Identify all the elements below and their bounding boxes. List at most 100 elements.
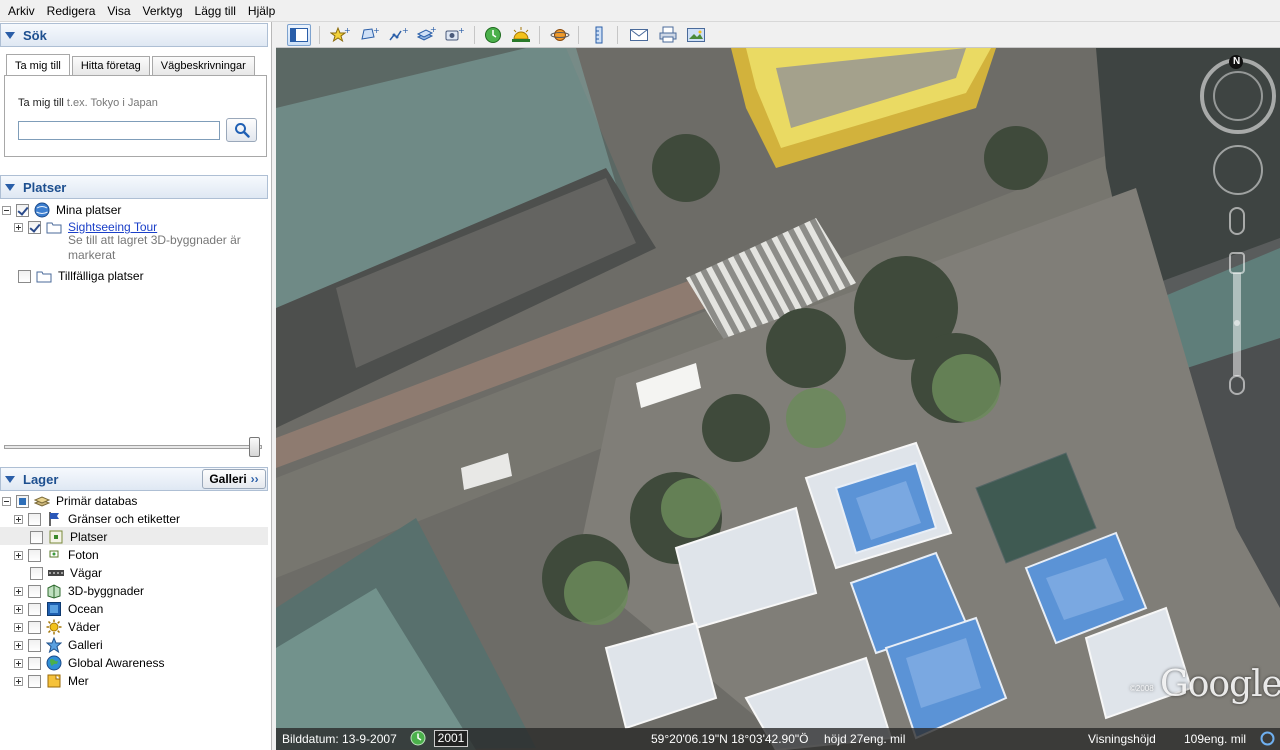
add-image-overlay-button[interactable]: +: [414, 24, 438, 46]
search-input[interactable]: [18, 121, 220, 140]
svg-text:+: +: [430, 26, 436, 34]
layer-item[interactable]: Platser: [30, 528, 107, 546]
layer-checkbox[interactable]: [28, 602, 41, 616]
menu-redigera[interactable]: Redigera: [41, 0, 102, 22]
checkbox-tillfalliga-platser[interactable]: [18, 269, 31, 283]
toggle-sidebar-button[interactable]: [287, 24, 311, 46]
gallery-button[interactable]: Galleri ››: [202, 469, 266, 489]
layer-checkbox[interactable]: [28, 512, 41, 526]
add-placemark-button[interactable]: +: [328, 24, 352, 46]
clock-history-icon: [485, 27, 501, 43]
layer-checkbox[interactable]: [28, 638, 41, 652]
svg-text:+: +: [402, 26, 408, 35]
layer-item[interactable]: Foton: [14, 546, 99, 564]
switch-planet-button[interactable]: [548, 24, 572, 46]
menu-hjalp[interactable]: Hjälp: [242, 0, 281, 22]
record-tour-icon: +: [445, 26, 464, 41]
weather-sun-icon: [46, 619, 62, 635]
layer-item[interactable]: Global Awareness: [14, 654, 165, 672]
streaming-indicator-icon: [1260, 731, 1275, 749]
layer-item[interactable]: Gränser och etiketter: [14, 510, 180, 528]
layer-item[interactable]: 3D-byggnader: [14, 582, 144, 600]
aerial-imagery: [276, 48, 1280, 750]
layer-checkbox[interactable]: [30, 530, 43, 544]
layer-item[interactable]: Mer: [14, 672, 89, 690]
email-icon: [630, 29, 648, 41]
historical-imagery-icon[interactable]: [410, 730, 426, 749]
email-button[interactable]: [627, 24, 651, 46]
collapse-triangle-icon: [5, 31, 15, 39]
svg-text:+: +: [458, 26, 464, 35]
photos-icon: [46, 547, 62, 563]
sun-icon: [512, 27, 530, 42]
layer-checkbox[interactable]: [30, 566, 43, 580]
tree-item-tillfalliga-platser[interactable]: Tillfälliga platser: [18, 267, 144, 285]
panel-resize-slider[interactable]: [4, 445, 262, 449]
checkbox-sightseeing-tour[interactable]: [28, 220, 41, 234]
layer-checkbox[interactable]: [28, 584, 41, 598]
layer-item[interactable]: Väder: [14, 618, 100, 636]
expand-icon[interactable]: [14, 586, 23, 596]
menu-lagg-till[interactable]: Lägg till: [189, 0, 242, 22]
expand-icon[interactable]: [14, 622, 23, 632]
tree-item-mina-platser[interactable]: Mina platser: [2, 201, 121, 219]
toolbar-separator: [578, 26, 579, 44]
collapse-icon[interactable]: [2, 205, 11, 215]
expand-icon[interactable]: [14, 604, 23, 614]
places-panel-title: Platser: [23, 179, 67, 195]
tree-label-tillfalliga-platser: Tillfälliga platser: [58, 269, 144, 283]
tree-item-primar-databas[interactable]: Primär databas: [2, 492, 137, 510]
add-polygon-button[interactable]: +: [357, 24, 381, 46]
expand-icon[interactable]: [14, 658, 23, 668]
sunlight-button[interactable]: [509, 24, 533, 46]
more-icon: [46, 673, 62, 689]
expand-icon[interactable]: [14, 640, 23, 650]
slider-thumb[interactable]: [249, 437, 260, 457]
print-button[interactable]: [656, 24, 680, 46]
checkbox-mina-platser[interactable]: [16, 203, 29, 217]
expand-icon[interactable]: [14, 550, 23, 560]
print-icon: [659, 26, 677, 43]
expand-icon[interactable]: [14, 676, 23, 686]
double-chevron-right-icon: ››: [250, 472, 259, 486]
collapse-icon[interactable]: [2, 496, 11, 506]
search-panel-header[interactable]: Sök: [0, 23, 268, 47]
menu-verktyg[interactable]: Verktyg: [137, 0, 189, 22]
layer-item[interactable]: Ocean: [14, 600, 103, 618]
layer-checkbox[interactable]: [28, 548, 41, 562]
tab-vagbeskrivningar[interactable]: Vägbeskrivningar: [151, 56, 255, 76]
layer-item[interactable]: Galleri: [14, 636, 103, 654]
imagery-year-badge: 2001: [434, 730, 468, 747]
checkbox-primar-databas[interactable]: [16, 494, 29, 508]
places-panel-header[interactable]: Platser: [0, 175, 268, 199]
folder-icon: [36, 268, 52, 284]
expand-icon[interactable]: [14, 222, 23, 232]
tab-hitta-foretag[interactable]: Hitta företag: [71, 56, 150, 76]
compass-north-label[interactable]: N: [1233, 56, 1240, 67]
add-path-button[interactable]: +: [386, 24, 410, 46]
save-image-button[interactable]: [684, 24, 708, 46]
sightseeing-tour-link[interactable]: Sightseeing Tour: [68, 220, 157, 234]
menu-arkiv[interactable]: Arkiv: [2, 0, 41, 22]
ruler-icon: [595, 26, 603, 44]
layer-checkbox[interactable]: [28, 656, 41, 670]
layer-checkbox[interactable]: [28, 620, 41, 634]
placemark-pin-icon: +: [330, 26, 350, 43]
search-button[interactable]: [226, 118, 257, 142]
copyright-text: ©2008: [1130, 684, 1154, 693]
layers-panel-title: Lager: [23, 471, 59, 487]
svg-text:+: +: [344, 26, 350, 35]
historical-imagery-button[interactable]: [481, 24, 505, 46]
expand-icon[interactable]: [14, 514, 23, 524]
toolbar: + + + + +: [276, 22, 1280, 48]
tab-ta-mig-till[interactable]: Ta mig till: [6, 54, 70, 76]
ruler-button[interactable]: [587, 24, 611, 46]
record-tour-button[interactable]: +: [442, 24, 466, 46]
layer-label: Galleri: [68, 638, 103, 652]
map-view[interactable]: [276, 48, 1280, 750]
search-label-text: Ta mig till: [18, 97, 64, 109]
menu-visa[interactable]: Visa: [101, 0, 136, 22]
layer-label: Vägar: [70, 566, 103, 580]
layer-item[interactable]: Vägar: [30, 564, 102, 582]
layer-checkbox[interactable]: [28, 674, 41, 688]
